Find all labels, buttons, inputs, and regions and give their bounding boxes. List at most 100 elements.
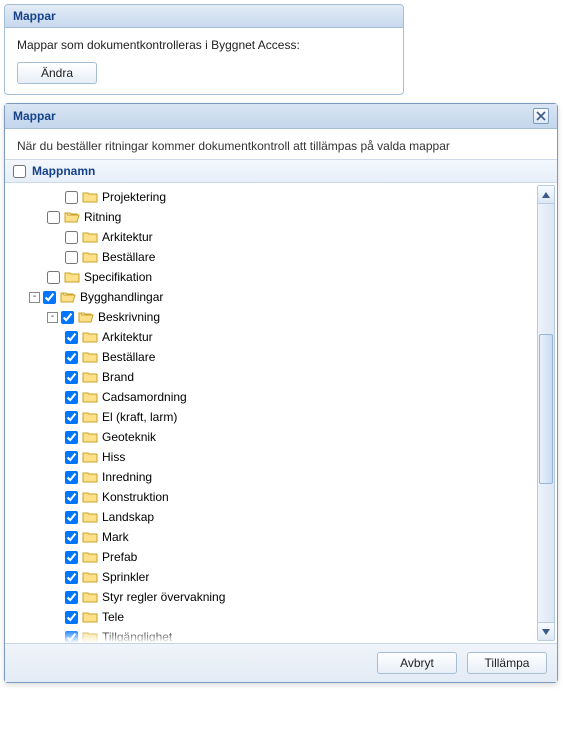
folder-checkbox[interactable] [65,451,78,464]
folder-label: Tillgänglighet [102,630,172,643]
scroll-track[interactable] [538,204,554,622]
folder-label: Cadsamordning [102,390,187,404]
folder-checkbox[interactable] [65,551,78,564]
folder-icon [82,190,98,204]
select-all-checkbox[interactable] [13,165,26,178]
collapse-toggle[interactable]: - [47,312,58,323]
tree-row[interactable]: Tillgänglighet [11,627,557,643]
tree-row[interactable]: Beställare [11,247,557,267]
folder-checkbox[interactable] [65,491,78,504]
folder-icon [82,230,98,244]
folder-label: Ritning [84,210,121,224]
indent-spacer [11,297,29,298]
scroll-thumb[interactable] [539,334,553,484]
folder-label: Geoteknik [102,430,156,444]
folder-label: Inredning [102,470,152,484]
scroll-up-button[interactable] [538,186,554,204]
tree-container: Projektering Ritning Arkitektur Beställare S… [5,183,557,643]
folder-checkbox[interactable] [65,191,78,204]
tree-row[interactable]: Beställare [11,347,557,367]
tree-row[interactable]: Sprinkler [11,567,557,587]
indent-spacer [11,217,47,218]
tree-row[interactable]: Prefab [11,547,557,567]
dialog-description: När du beställer ritningar kommer dokume… [5,129,557,159]
apply-button[interactable]: Tillämpa [467,652,547,674]
indent-spacer [11,597,65,598]
tree-row[interactable]: Brand [11,367,557,387]
folder-checkbox[interactable] [65,571,78,584]
folder-checkbox[interactable] [47,211,60,224]
folder-icon [82,490,98,504]
folder-checkbox[interactable] [65,411,78,424]
indent-spacer [11,637,65,638]
folder-icon [64,270,80,284]
indent-spacer [11,197,65,198]
folder-icon [82,370,98,384]
folder-checkbox[interactable] [65,351,78,364]
folders-panel: Mappar Mappar som dokumentkontrolleras i… [4,4,404,95]
folder-checkbox[interactable] [65,391,78,404]
folder-checkbox[interactable] [65,511,78,524]
folder-label: Tele [102,610,124,624]
folders-dialog: Mappar När du beställer ritningar kommer… [4,103,558,683]
tree-row[interactable]: Geoteknik [11,427,557,447]
folder-checkbox[interactable] [65,231,78,244]
folder-icon [82,550,98,564]
folder-checkbox[interactable] [65,531,78,544]
folder-checkbox[interactable] [43,291,56,304]
indent-spacer [11,577,65,578]
collapse-toggle[interactable]: - [29,292,40,303]
tree-row[interactable]: Landskap [11,507,557,527]
tree-row[interactable]: Arkitektur [11,227,557,247]
folder-tree: Projektering Ritning Arkitektur Beställare S… [5,183,557,643]
folder-label: Hiss [102,450,125,464]
folder-checkbox[interactable] [61,311,74,324]
scroll-down-button[interactable] [538,622,554,640]
folder-label: Brand [102,370,134,384]
tree-row[interactable]: El (kraft, larm) [11,407,557,427]
folder-label: Konstruktion [102,490,169,504]
folders-panel-title: Mappar [5,5,403,28]
indent-spacer [11,317,47,318]
folder-label: Arkitektur [102,330,153,344]
folder-checkbox[interactable] [65,471,78,484]
folder-icon [82,250,98,264]
folder-checkbox[interactable] [65,431,78,444]
tree-row[interactable]: Ritning [11,207,557,227]
close-button[interactable] [533,108,549,124]
folder-icon [82,570,98,584]
folder-checkbox[interactable] [65,611,78,624]
tree-row[interactable]: Projektering [11,187,557,207]
change-button[interactable]: Ändra [17,62,97,84]
folder-icon [82,630,98,643]
folder-icon [82,450,98,464]
chevron-up-icon [541,190,551,200]
folder-label: Sprinkler [102,570,149,584]
tree-row[interactable]: Styr regler övervakning [11,587,557,607]
folder-checkbox[interactable] [65,371,78,384]
tree-row[interactable]: Tele [11,607,557,627]
vertical-scrollbar[interactable] [537,185,555,641]
folder-label: Beställare [102,250,155,264]
tree-row[interactable]: Inredning [11,467,557,487]
tree-row[interactable]: Arkitektur [11,327,557,347]
tree-row[interactable]: Specifikation [11,267,557,287]
tree-row[interactable]: -Bygghandlingar [11,287,557,307]
folder-icon [82,610,98,624]
tree-row[interactable]: Hiss [11,447,557,467]
folder-label: Styr regler övervakning [102,590,225,604]
folder-checkbox[interactable] [65,591,78,604]
folder-checkbox[interactable] [65,331,78,344]
dialog-title: Mappar [13,109,56,123]
tree-row[interactable]: -Beskrivning [11,307,557,327]
cancel-button[interactable]: Avbryt [377,652,457,674]
folder-checkbox[interactable] [65,251,78,264]
folder-icon [82,330,98,344]
tree-row[interactable]: Konstruktion [11,487,557,507]
folder-label: Specifikation [84,270,152,284]
tree-row[interactable]: Cadsamordning [11,387,557,407]
folder-checkbox[interactable] [65,631,78,644]
tree-row[interactable]: Mark [11,527,557,547]
indent-spacer [11,457,65,458]
folder-checkbox[interactable] [47,271,60,284]
